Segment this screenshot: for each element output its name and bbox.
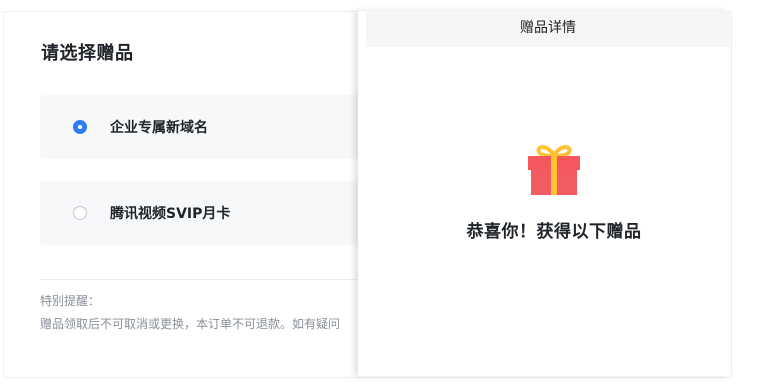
gift-detail-drawer: 赠品详情 恭喜你！获得以下赠品 — [358, 11, 730, 376]
congratulation-message: 恭喜你！获得以下赠品 — [466, 222, 642, 242]
drawer-header: 赠品详情 — [366, 11, 730, 47]
notice-text: 赠品领取后不可取消或更换，本订单不可退款。如有疑问 — [40, 317, 341, 331]
page-title: 请选择赠品 — [41, 43, 134, 64]
notice-title: 特别提醒： — [40, 294, 101, 308]
radio-selected-icon[interactable] — [73, 120, 87, 134]
gift-option-label: 企业专属新域名 — [110, 120, 208, 136]
radio-unselected-icon[interactable] — [73, 206, 87, 220]
gift-selection-panel: 请选择赠品 企业专属新域名 腾讯视频SVIP月卡 特别提醒： 赠品领取后不可取消… — [3, 11, 360, 376]
gift-option-video-svip[interactable]: 腾讯视频SVIP月卡 — [40, 181, 360, 245]
gift-box-icon — [528, 145, 580, 195]
divider — [40, 279, 360, 280]
gift-option-domain[interactable]: 企业专属新域名 — [40, 95, 360, 159]
gift-option-label: 腾讯视频SVIP月卡 — [110, 206, 231, 222]
